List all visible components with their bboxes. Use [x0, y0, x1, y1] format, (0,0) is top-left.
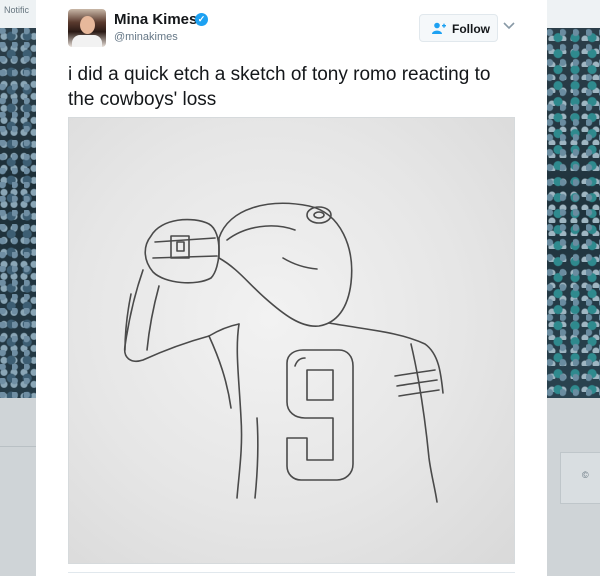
verified-badge-icon: ✓ [195, 13, 208, 26]
tweet-divider [68, 572, 515, 573]
author-handle[interactable]: @minakimes [114, 31, 178, 43]
follow-button[interactable]: Follow [419, 14, 498, 42]
tweet-modal: Mina Kimes ✓ @minakimes Follow i did a q… [36, 0, 547, 576]
background-timeline-right: © [547, 398, 600, 576]
author-name[interactable]: Mina Kimes [114, 11, 197, 28]
tweet-photo[interactable] [68, 117, 515, 564]
background-card [560, 452, 600, 504]
copyright-icon: © [582, 470, 589, 480]
background-header-photo-right [547, 28, 600, 398]
background-divider [0, 446, 36, 447]
chevron-down-icon[interactable] [502, 18, 516, 32]
avatar-shirt [72, 35, 102, 47]
background-timeline-left [0, 398, 36, 576]
avatar-face [80, 16, 95, 34]
notifications-tab[interactable]: Notific [4, 5, 29, 15]
avatar[interactable] [68, 9, 106, 47]
add-user-icon [432, 22, 446, 34]
follow-label: Follow [452, 22, 490, 36]
etch-a-sketch-drawing [123, 202, 444, 503]
background-header-photo-left [0, 28, 36, 398]
tweet-text: i did a quick etch a sketch of tony romo… [68, 64, 491, 110]
